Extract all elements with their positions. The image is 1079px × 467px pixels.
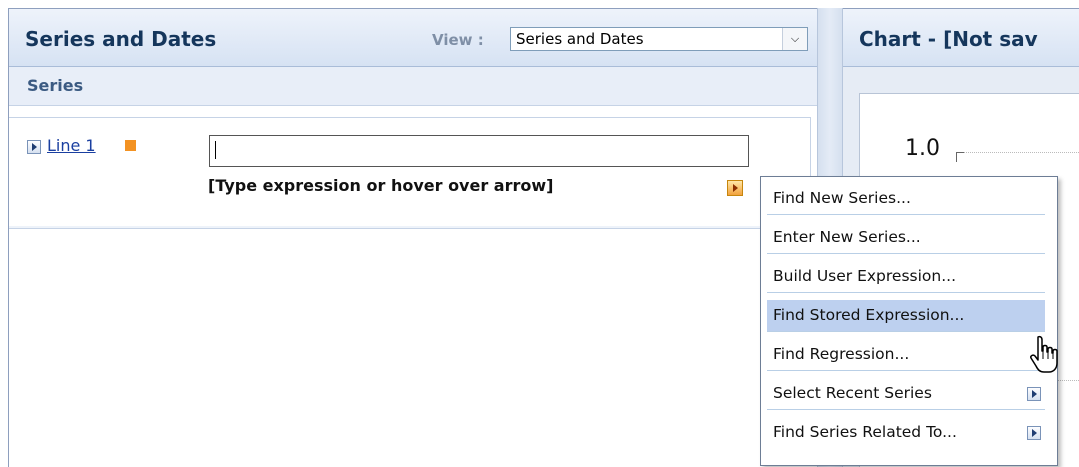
submenu-arrow-icon[interactable] bbox=[1027, 387, 1041, 401]
expression-input[interactable] bbox=[209, 135, 749, 167]
text-caret bbox=[215, 141, 216, 159]
series-row: Line 1 [Type expression or hover over ar… bbox=[9, 117, 811, 229]
menu-item-label: Select Recent Series bbox=[773, 384, 932, 402]
menu-item-find-stored-expression[interactable]: Find Stored Expression... bbox=[767, 300, 1045, 332]
y-tick-mark bbox=[956, 152, 964, 153]
chart-title: Chart - [Not sav bbox=[859, 27, 1038, 51]
expand-arrow-icon[interactable] bbox=[27, 140, 41, 154]
menu-item-label: Enter New Series... bbox=[773, 228, 921, 246]
panel-header: Series and Dates View : Series and Dates… bbox=[9, 9, 817, 67]
menu-item-build-user-expression[interactable]: Build User Expression... bbox=[767, 261, 1045, 293]
panel-title: Series and Dates bbox=[25, 27, 217, 51]
expression-hint: [Type expression or hover over arrow] bbox=[208, 176, 554, 195]
y-axis-line bbox=[956, 152, 957, 162]
expression-context-menu: Find New Series... Enter New Series... B… bbox=[760, 176, 1058, 466]
menu-item-label: Find New Series... bbox=[773, 189, 911, 207]
chevron-down-icon[interactable]: ⌵ bbox=[782, 28, 807, 50]
series-and-dates-panel: Series and Dates View : Series and Dates… bbox=[8, 8, 817, 467]
gridline bbox=[964, 152, 1079, 153]
menu-item-label: Build User Expression... bbox=[773, 267, 957, 285]
menu-item-select-recent-series[interactable]: Select Recent Series bbox=[767, 378, 1045, 410]
series-name-link[interactable]: Line 1 bbox=[47, 136, 96, 155]
expression-menu-arrow-icon[interactable] bbox=[727, 180, 743, 196]
series-label: Series bbox=[27, 76, 84, 95]
chart-header: Chart - [Not sav bbox=[843, 9, 1079, 67]
view-label: View : bbox=[432, 31, 484, 49]
menu-item-enter-new-series[interactable]: Enter New Series... bbox=[767, 222, 1045, 254]
view-select[interactable]: Series and Dates ⌵ bbox=[510, 27, 808, 51]
submenu-arrow-icon[interactable] bbox=[1027, 426, 1041, 440]
series-color-swatch[interactable] bbox=[125, 140, 136, 151]
menu-item-find-new-series[interactable]: Find New Series... bbox=[767, 183, 1045, 215]
menu-item-find-series-related-to[interactable]: Find Series Related To... bbox=[767, 417, 1045, 449]
menu-item-label: Find Regression... bbox=[773, 345, 910, 363]
view-select-value: Series and Dates bbox=[516, 30, 644, 48]
series-section-header: Series bbox=[9, 67, 817, 106]
hand-pointer-cursor-icon bbox=[1028, 335, 1062, 375]
y-tick-label: 1.0 bbox=[905, 136, 940, 161]
menu-item-label: Find Series Related To... bbox=[773, 423, 957, 441]
menu-item-label: Find Stored Expression... bbox=[773, 306, 965, 324]
menu-item-find-regression[interactable]: Find Regression... bbox=[767, 339, 1045, 371]
